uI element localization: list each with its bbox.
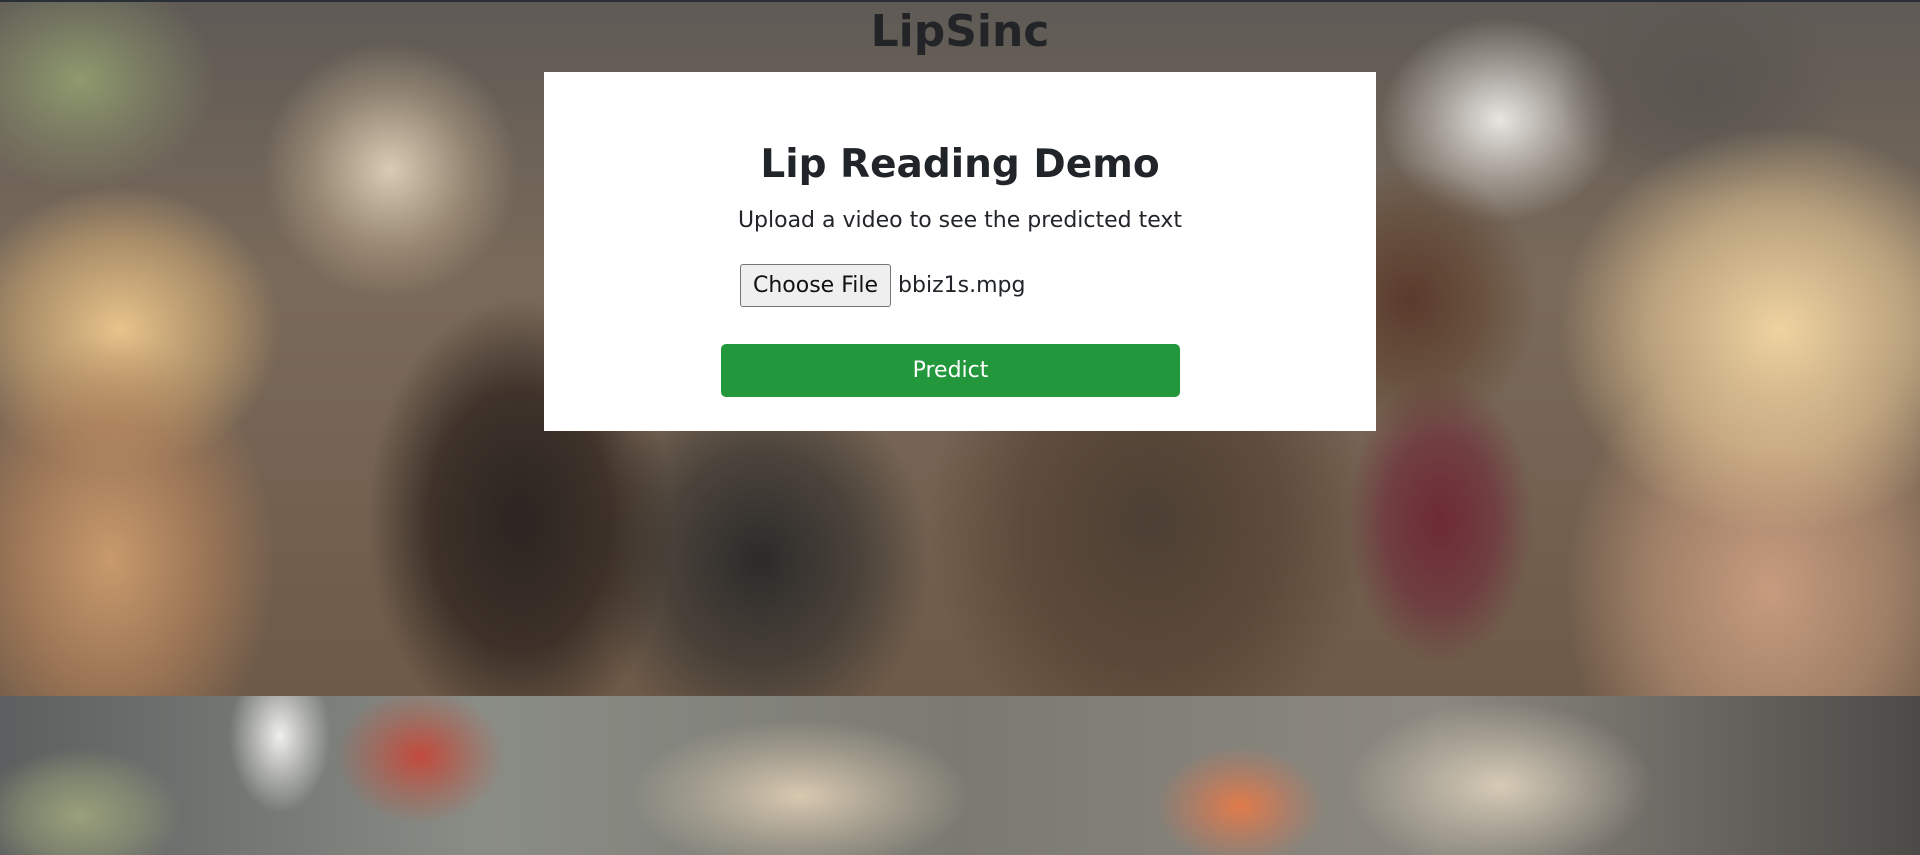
choose-file-button[interactable]: Choose File bbox=[740, 264, 892, 307]
card-title: Lip Reading Demo bbox=[760, 142, 1160, 187]
site-title: LipSinc bbox=[870, 6, 1050, 57]
card-subtitle: Upload a video to see the predicted text bbox=[737, 208, 1183, 233]
background-image-street bbox=[0, 696, 1920, 855]
selected-file-name: bbiz1s.mpg bbox=[898, 273, 1026, 298]
demo-card: Lip Reading Demo Upload a video to see t… bbox=[544, 72, 1376, 431]
top-border bbox=[0, 0, 1920, 2]
predict-button[interactable]: Predict bbox=[721, 344, 1180, 397]
file-input[interactable]: Choose File bbiz1s.mpg bbox=[740, 264, 1025, 307]
